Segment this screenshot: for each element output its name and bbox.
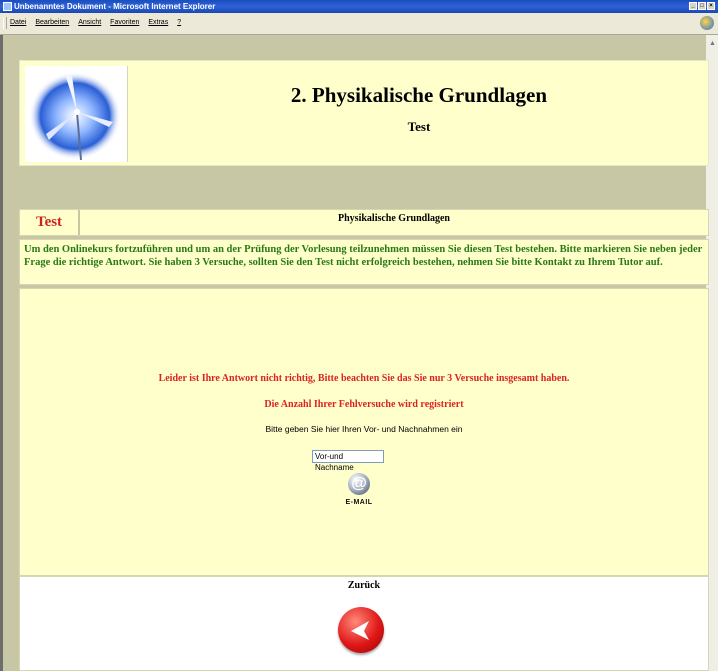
footer-panel: Zurück <box>19 576 709 671</box>
page-subtitle: Test <box>407 119 431 134</box>
close-button[interactable]: × <box>707 2 715 10</box>
toolbar-grip[interactable] <box>3 17 7 29</box>
menu-help[interactable]: ? <box>177 19 181 26</box>
window-controls: _ □ × <box>689 2 715 10</box>
name-input[interactable]: Vor-und Nachname <box>312 450 384 472</box>
menu-bar: Datei Bearbeiten Ansicht Favoriten Extra… <box>0 13 718 35</box>
maximize-button[interactable]: □ <box>698 2 706 10</box>
result-panel: Leider ist Ihre Antwort nicht richtig, B… <box>19 288 709 576</box>
menu-datei[interactable]: Datei <box>10 19 26 26</box>
minimize-button[interactable]: _ <box>689 2 697 10</box>
back-label: Zurück <box>347 580 381 591</box>
scroll-up-icon[interactable]: ▲ <box>709 39 716 47</box>
email-label: E-MAIL <box>345 499 373 506</box>
back-arrow-icon <box>351 621 369 640</box>
email-at-icon: @ <box>348 473 370 495</box>
window-title: Unbenanntes Dokument - Microsoft Interne… <box>14 2 216 11</box>
page-title: 2. Physikalische Grundlagen <box>290 83 548 107</box>
section-heading: Physikalische Grundlagen <box>338 213 450 224</box>
window-titlebar: Unbenanntes Dokument - Microsoft Interne… <box>0 0 718 13</box>
menu-extras[interactable]: Extras <box>148 19 168 26</box>
ie-app-icon <box>3 2 12 11</box>
section-tab-row: Test Physikalische Grundlagen <box>19 209 709 236</box>
menu-bearbeiten[interactable]: Bearbeiten <box>35 19 69 26</box>
error-message: Leider ist Ihre Antwort nicht richtig, B… <box>158 373 570 384</box>
tab-test[interactable]: Test <box>20 210 80 235</box>
email-button[interactable]: @ E-MAIL <box>339 473 379 517</box>
menu-favoriten[interactable]: Favoriten <box>110 19 139 26</box>
page-header: 2. Physikalische Grundlagen Test <box>19 60 709 166</box>
ie-throbber-icon <box>700 16 714 30</box>
back-button[interactable] <box>338 607 384 653</box>
attempt-registered-message: Die Anzahl Ihrer Fehlversuche wird regis… <box>264 399 464 410</box>
wind-turbine-logo-icon <box>25 66 128 162</box>
page-content: 2. Physikalische Grundlagen Test Test Ph… <box>3 35 709 671</box>
name-prompt: Bitte geben Sie hier Ihren Vor- und Nach… <box>265 424 463 434</box>
menu-ansicht[interactable]: Ansicht <box>78 19 101 26</box>
intro-text: Um den Onlinekurs fortzuführen und um an… <box>19 239 709 285</box>
